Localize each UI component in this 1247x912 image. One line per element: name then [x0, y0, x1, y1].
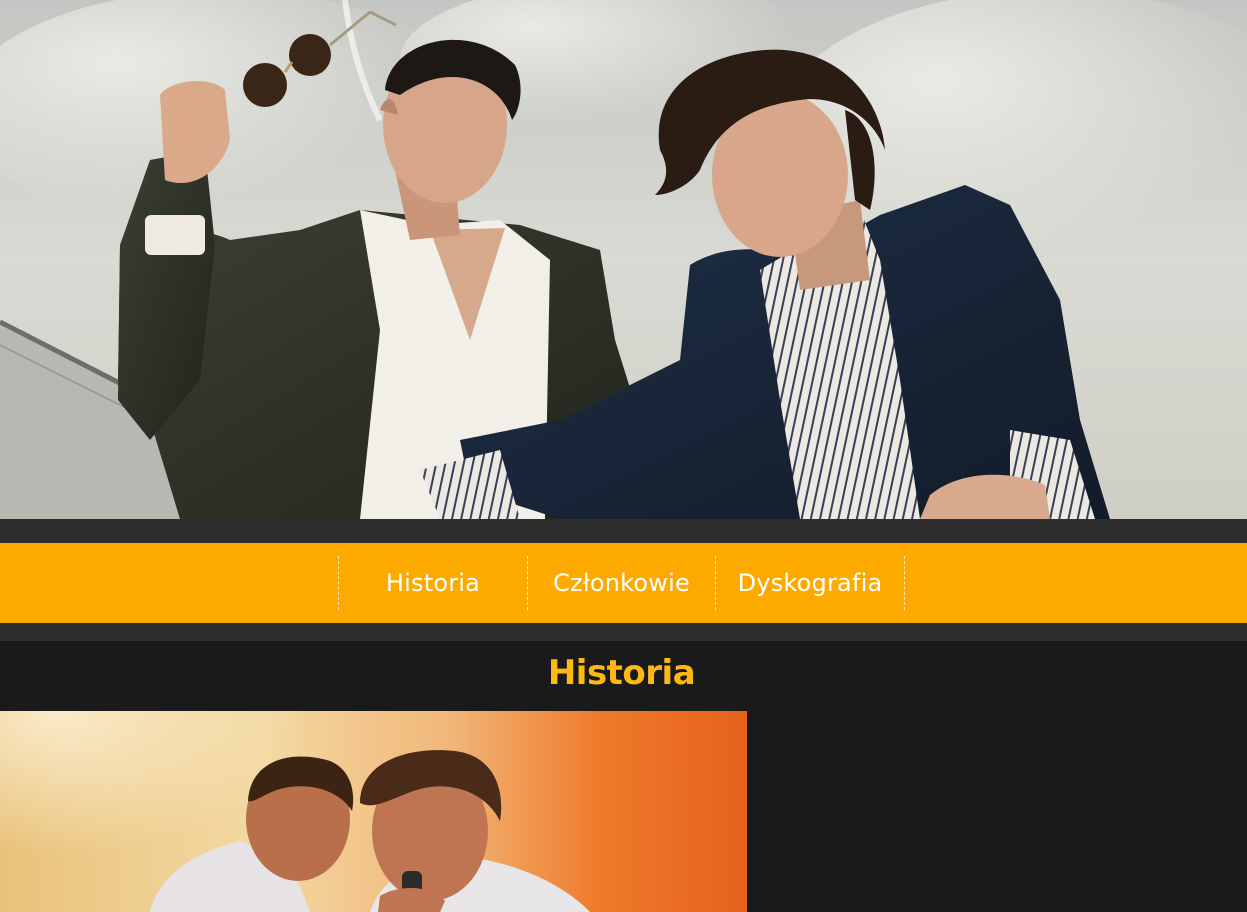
main-navbar: Historia Członkowie Dyskografia	[0, 543, 1247, 623]
hero-photo	[0, 0, 1247, 519]
nav-list: Historia Członkowie Dyskografia	[338, 556, 905, 610]
nav-item-dyskografia[interactable]: Dyskografia	[716, 556, 905, 610]
nav-item-czlonkowie[interactable]: Członkowie	[528, 556, 716, 610]
concert-photo-illustration	[0, 711, 747, 912]
nav-item-historia[interactable]: Historia	[339, 556, 528, 610]
nav-divider-strip	[0, 623, 1247, 641]
hero-photo-illustration	[0, 0, 1247, 519]
concert-photo	[0, 711, 747, 912]
section-title: Historia	[547, 653, 696, 693]
header-divider-strip	[0, 519, 1247, 543]
historia-section: Historia	[0, 641, 1247, 912]
